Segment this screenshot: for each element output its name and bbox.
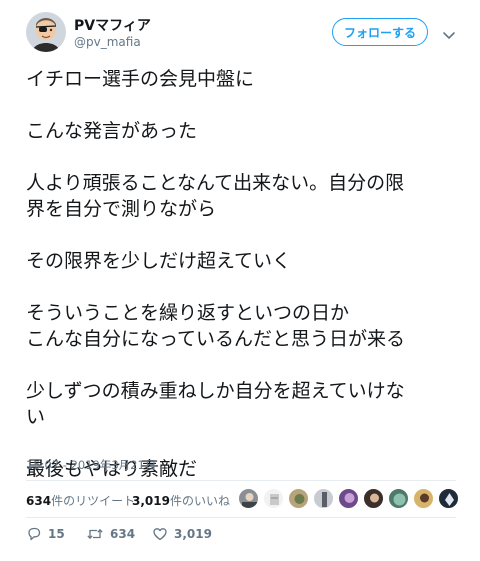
engagement-stats: 634件のリツイート 3,019件のいいね: [26, 486, 466, 514]
tweet-line: こんな発言があった: [26, 120, 198, 142]
tweet-text: イチロー選手の会見中盤に こんな発言があった 人より頑張ることなんて出来ない。自…: [26, 66, 466, 482]
likes-stat-count: 3,019: [132, 494, 170, 508]
retweets-stat-count: 634: [26, 494, 52, 508]
retweet-icon: [87, 528, 103, 540]
retweet-button[interactable]: 634: [86, 524, 135, 544]
like-button[interactable]: 3,019: [152, 524, 212, 544]
reply-count: 15: [48, 527, 65, 541]
like-count: 3,019: [174, 527, 212, 541]
tweet-line: 少しずつの積み重ねしか自分を超えていけな: [26, 380, 405, 402]
tweet-timestamp[interactable]: 15:07 - 2019年3月21日: [26, 457, 156, 473]
divider: [26, 480, 456, 481]
liker-avatar[interactable]: [238, 488, 259, 509]
action-bar: 15 634 3,019: [26, 524, 466, 544]
avatar[interactable]: [26, 12, 66, 52]
tweet-line: 人より頑張ることなんて出来ない。自分の限: [26, 172, 405, 194]
retweets-stat-label: 件のリツイート: [51, 494, 136, 508]
tweet-line: その限界を少しだけ超えていく: [26, 250, 292, 272]
liker-avatar[interactable]: [363, 488, 384, 509]
tweet-header: PVマフィア @pv_mafia フォローする: [26, 12, 466, 56]
follow-button[interactable]: フォローする: [332, 18, 428, 46]
retweet-count: 634: [110, 527, 136, 541]
chevron-down-icon[interactable]: [442, 26, 456, 40]
liker-avatar[interactable]: [313, 488, 334, 509]
heart-icon: [153, 528, 167, 541]
tweet-line: い: [26, 406, 46, 428]
divider: [26, 517, 456, 518]
retweets-stat[interactable]: 634件のリツイート: [26, 492, 135, 509]
reply-button[interactable]: 15: [26, 524, 65, 544]
liker-avatar[interactable]: [263, 488, 284, 509]
display-name[interactable]: PVマフィア: [74, 15, 151, 35]
liker-avatar[interactable]: [438, 488, 459, 509]
tweet-line: 界を自分で測りながら: [26, 198, 217, 220]
reply-icon: [28, 527, 41, 541]
tweet-line: イチロー選手の会見中盤に: [26, 68, 255, 90]
tweet-line: こんな自分になっているんだと思う日が来る: [26, 328, 406, 350]
liker-avatar[interactable]: [338, 488, 359, 509]
liker-avatar[interactable]: [288, 488, 309, 509]
user-handle[interactable]: @pv_mafia: [74, 35, 141, 49]
liker-avatar[interactable]: [388, 488, 409, 509]
likes-stat-label: 件のいいね: [169, 494, 230, 508]
tweet-line: そういうことを繰り返すといつの日か: [26, 302, 350, 324]
likes-stat[interactable]: 3,019件のいいね: [132, 492, 230, 509]
liker-avatar[interactable]: [413, 488, 434, 509]
